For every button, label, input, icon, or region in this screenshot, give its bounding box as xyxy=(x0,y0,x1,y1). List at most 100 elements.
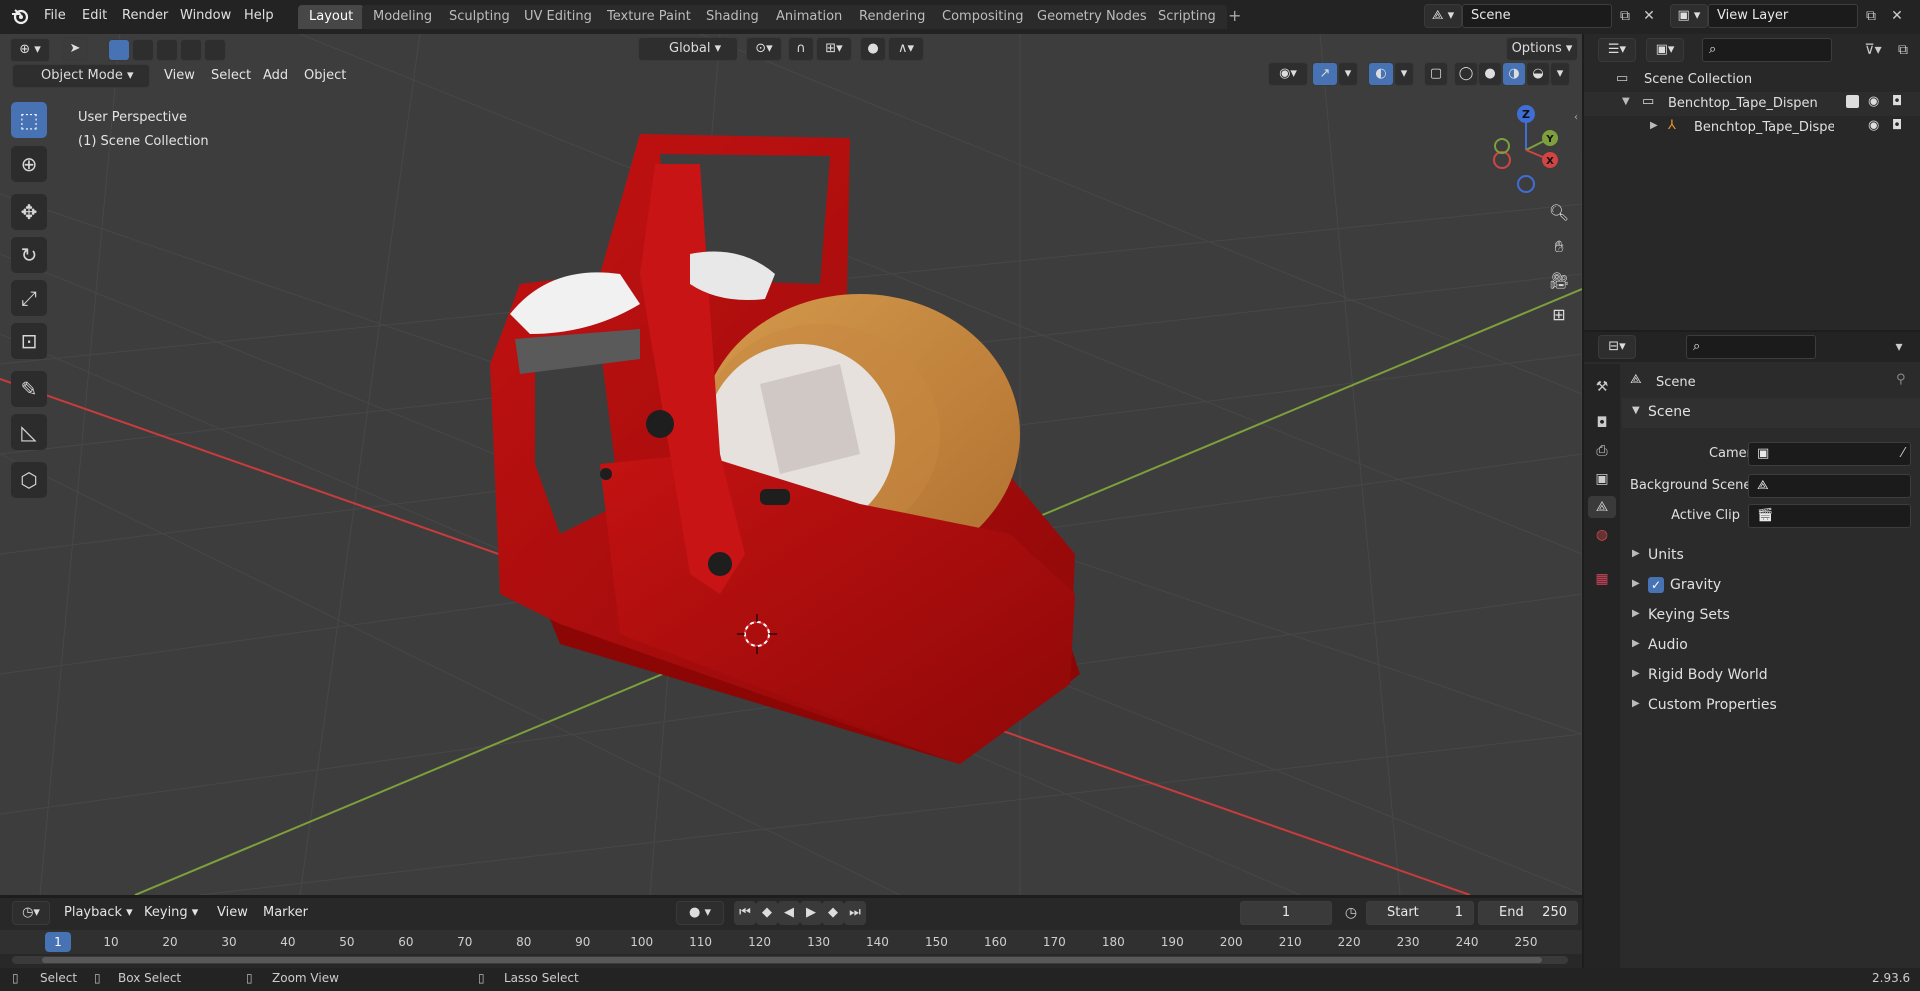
measure-tool[interactable]: ◺ xyxy=(11,414,47,450)
camera-view-icon[interactable]: 🎥︎ xyxy=(1544,266,1574,296)
eyedropper-icon[interactable]: ⁄ xyxy=(1902,443,1904,465)
camera-field[interactable]: ▣ ⁄ xyxy=(1748,442,1911,466)
visibility-eye-icon[interactable]: ◉ xyxy=(1868,94,1879,109)
timeline-scrollbar[interactable] xyxy=(12,956,1568,964)
rotate-tool[interactable]: ↻ xyxy=(11,237,47,273)
active-clip-field[interactable]: 🎬︎ xyxy=(1748,504,1911,528)
xray-toggle[interactable]: ▢ xyxy=(1424,62,1448,86)
tape-dispenser-model[interactable] xyxy=(490,134,1080,764)
editor-type-button[interactable]: ⊕ ▾ xyxy=(10,38,50,62)
timeline-view-menu[interactable]: View xyxy=(217,901,248,925)
playback-menu[interactable]: Playback ▾ xyxy=(64,901,133,925)
pin-icon[interactable]: ⚲ xyxy=(1896,372,1906,387)
select-box-tool[interactable]: ⬚ xyxy=(11,102,47,138)
scene-panel-header[interactable]: ▼ Scene xyxy=(1622,398,1920,428)
new-view-layer-icon[interactable]: ⧉ xyxy=(1860,5,1882,27)
tab-scripting[interactable]: Scripting xyxy=(1147,5,1227,29)
keying-menu[interactable]: Keying ▾ xyxy=(144,901,198,925)
collapse-arrow-icon[interactable]: ▶ xyxy=(1650,120,1658,131)
pivot-point-dropdown[interactable]: ⊙▾ xyxy=(746,37,782,61)
falloff-dropdown[interactable]: ∧▾ xyxy=(888,37,924,61)
timeline-editor-type[interactable]: ◷▾ xyxy=(12,901,50,925)
shading-material[interactable]: ◑ xyxy=(1502,62,1526,86)
view-layer-browse-button[interactable]: ▣ ▾ xyxy=(1670,4,1708,28)
prev-keyframe-icon[interactable]: ◆ xyxy=(756,901,778,925)
transform-orientation-dropdown[interactable]: Global ▾ xyxy=(638,37,738,61)
render-tab-icon[interactable]: ◘ xyxy=(1591,412,1613,434)
cursor-tool[interactable]: ⊕ xyxy=(11,146,47,182)
play-reverse-icon[interactable]: ◀ xyxy=(778,901,800,925)
menu-object[interactable]: Object xyxy=(304,64,346,88)
tab-shading[interactable]: Shading xyxy=(695,5,770,29)
gravity-checkbox[interactable]: ✓ xyxy=(1648,577,1664,593)
playhead[interactable]: 1 xyxy=(45,932,71,952)
tab-compositing[interactable]: Compositing xyxy=(931,5,1035,29)
custom-properties-panel[interactable]: ▶ Custom Properties xyxy=(1622,692,1920,720)
scene-tab-icon[interactable]: ⟁ xyxy=(1588,496,1616,518)
tab-geometry-nodes[interactable]: Geometry Nodes xyxy=(1026,5,1158,29)
end-frame-field[interactable]: End 250 xyxy=(1478,901,1578,925)
gravity-panel[interactable]: ▶ ✓ Gravity xyxy=(1622,572,1920,600)
new-collection-icon[interactable]: ⧉ xyxy=(1892,39,1914,61)
transform-tool[interactable]: ⊡ xyxy=(11,323,47,359)
menu-view[interactable]: View xyxy=(164,64,195,88)
next-keyframe-icon[interactable]: ◆ xyxy=(822,901,844,925)
menu-select[interactable]: Select xyxy=(211,64,251,88)
start-frame-field[interactable]: Start 1 xyxy=(1366,901,1474,925)
shading-rendered[interactable]: ◒ xyxy=(1526,62,1550,86)
tab-modeling[interactable]: Modeling xyxy=(362,5,444,29)
snap-toggle[interactable]: ∩ xyxy=(788,37,814,61)
texture-tab-icon[interactable]: ▦ xyxy=(1591,568,1613,590)
outliner-row-root[interactable]: ▭ Scene Collection xyxy=(1584,68,1920,92)
jump-end-icon[interactable]: ⏭ xyxy=(844,901,866,925)
tab-layout[interactable]: Layout xyxy=(298,5,365,29)
tab-sculpting[interactable]: Sculpting xyxy=(438,5,521,29)
ortho-grid-icon[interactable]: ⊞ xyxy=(1544,300,1574,330)
audio-panel[interactable]: ▶ Audio xyxy=(1622,632,1920,660)
3d-viewport[interactable]: ⊕ ▾ ➤ Global ▾ ⊙▾ ∩ ⊞▾ ● ∧▾ Options ▾ Ob… xyxy=(0,34,1582,895)
shading-solid[interactable]: ● xyxy=(1478,62,1502,86)
render-camera-icon[interactable]: ◘ xyxy=(1892,94,1902,109)
navigation-gizmo[interactable]: Z Y X xyxy=(1480,102,1560,202)
gizmo-dropdown[interactable]: ▾ xyxy=(1338,62,1358,86)
visibility-dropdown[interactable]: ◉▾ xyxy=(1268,62,1308,86)
exclude-checkbox[interactable] xyxy=(1846,95,1859,108)
scene-name-field[interactable]: Scene xyxy=(1462,4,1612,28)
tab-rendering[interactable]: Rendering xyxy=(848,5,937,29)
menu-add[interactable]: Add xyxy=(263,64,288,88)
outliner-editor-type[interactable]: ☰▾ xyxy=(1598,38,1636,62)
rigid-body-world-panel[interactable]: ▶ Rigid Body World xyxy=(1622,662,1920,690)
options-button[interactable]: Options ▾ xyxy=(1506,37,1578,61)
marker-menu[interactable]: Marker xyxy=(263,901,308,925)
preview-range-icon[interactable]: ◷ xyxy=(1340,902,1362,924)
tab-uv-editing[interactable]: UV Editing xyxy=(513,5,603,29)
snap-target-dropdown[interactable]: ⊞▾ xyxy=(816,37,852,61)
shading-wireframe[interactable]: ◯ xyxy=(1454,62,1478,86)
jump-start-icon[interactable]: ⏮ xyxy=(734,901,756,925)
select-mode-button[interactable]: ➤ xyxy=(62,37,88,61)
expand-arrow-icon[interactable]: ▼ xyxy=(1622,96,1630,107)
object-visibility-eye-icon[interactable]: ◉ xyxy=(1868,118,1879,133)
properties-editor-type[interactable]: ⊟▾ xyxy=(1598,335,1636,359)
scene-browse-button[interactable]: ⟁ ▾ xyxy=(1424,4,1462,28)
select-subtract-icon[interactable] xyxy=(156,39,178,61)
scale-tool[interactable]: ⤢ xyxy=(11,280,47,316)
delete-view-layer-icon[interactable]: ✕ xyxy=(1886,5,1908,27)
tab-animation[interactable]: Animation xyxy=(765,5,854,29)
background-scene-field[interactable]: ⟁ xyxy=(1748,474,1911,498)
pan-hand-icon[interactable]: ✋︎ xyxy=(1544,232,1574,262)
proportional-edit-toggle[interactable]: ● xyxy=(860,37,886,61)
units-panel[interactable]: ▶ Units xyxy=(1622,542,1920,570)
world-tab-icon[interactable]: ◍ xyxy=(1591,524,1613,546)
view-layer-tab-icon[interactable]: ▣ xyxy=(1591,468,1613,490)
menu-render[interactable]: Render xyxy=(116,5,174,27)
tab-texture-paint[interactable]: Texture Paint xyxy=(596,5,702,29)
timeline-scrollbar-thumb[interactable] xyxy=(42,957,1542,963)
menu-help[interactable]: Help xyxy=(238,5,280,27)
outliner-search-input[interactable]: ⌕ xyxy=(1702,38,1832,62)
view-layer-field[interactable]: View Layer xyxy=(1708,4,1858,28)
outliner-row-collection[interactable]: ▼ ▭ Benchtop_Tape_Dispenser_wi ◉ ◘ xyxy=(1584,92,1920,116)
filter-icon[interactable]: ⊽▾ xyxy=(1862,39,1884,61)
shading-dropdown[interactable]: ▾ xyxy=(1550,62,1570,86)
new-scene-icon[interactable]: ⧉ xyxy=(1614,5,1636,27)
